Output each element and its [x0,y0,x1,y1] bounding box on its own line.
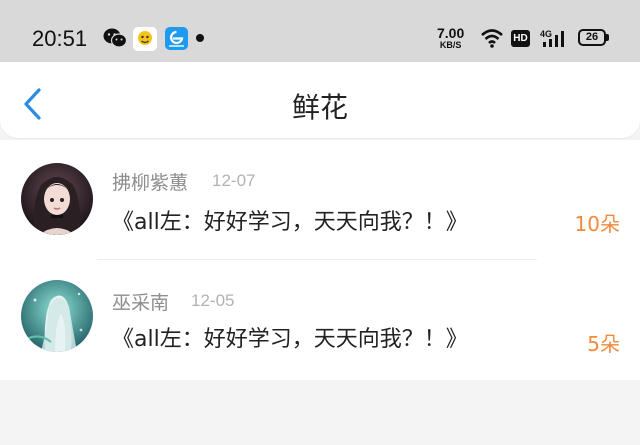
network-type-label: 4G [540,29,552,39]
sent-date: 12-05 [191,291,235,310]
battery-tip [606,34,609,41]
flower-count: 10朵 [574,212,620,236]
network-speed-value: 7.00 [437,25,465,41]
network-speed-unit: KB/S [439,40,462,50]
message-text: 《all左：好好学习，天天向我？！》 [112,210,468,235]
nav-header: 鲜花 [0,62,640,138]
status-bar: 20:51 7.00 KB/S HD 4G 26 [0,0,640,62]
hd-badge: HD [511,30,530,47]
wechat-icon [103,28,127,48]
dot-icon [196,34,204,42]
sent-date: 12-07 [212,171,256,190]
flower-list: 拂柳紫蕙 12-07 《all左：好好学习，天天向我？！》 10朵 巫采南 12… [0,140,640,380]
wifi-icon [481,29,503,48]
signal-icon: 4G [540,29,564,47]
app-icon [133,27,157,51]
sender-name: 巫采南 [112,292,170,314]
message-text: 《all左：好好学习，天天向我？！》 [112,327,468,352]
avatar[interactable] [21,280,93,352]
list-item[interactable]: 拂柳紫蕙 12-07 《all左：好好学习，天天向我？！》 10朵 [0,140,640,260]
battery-icon: 26 [578,29,606,46]
app-icon [165,27,188,50]
page-title: 鲜花 [291,91,348,124]
network-speed: 7.00 KB/S [437,26,464,50]
status-time: 20:51 [32,26,88,51]
sender-name: 拂柳紫蕙 [112,172,189,194]
flower-count: 5朵 [587,332,620,356]
list-item[interactable]: 巫采南 12-05 《all左：好好学习，天天向我？！》 5朵 [0,260,640,380]
avatar[interactable] [21,163,93,235]
